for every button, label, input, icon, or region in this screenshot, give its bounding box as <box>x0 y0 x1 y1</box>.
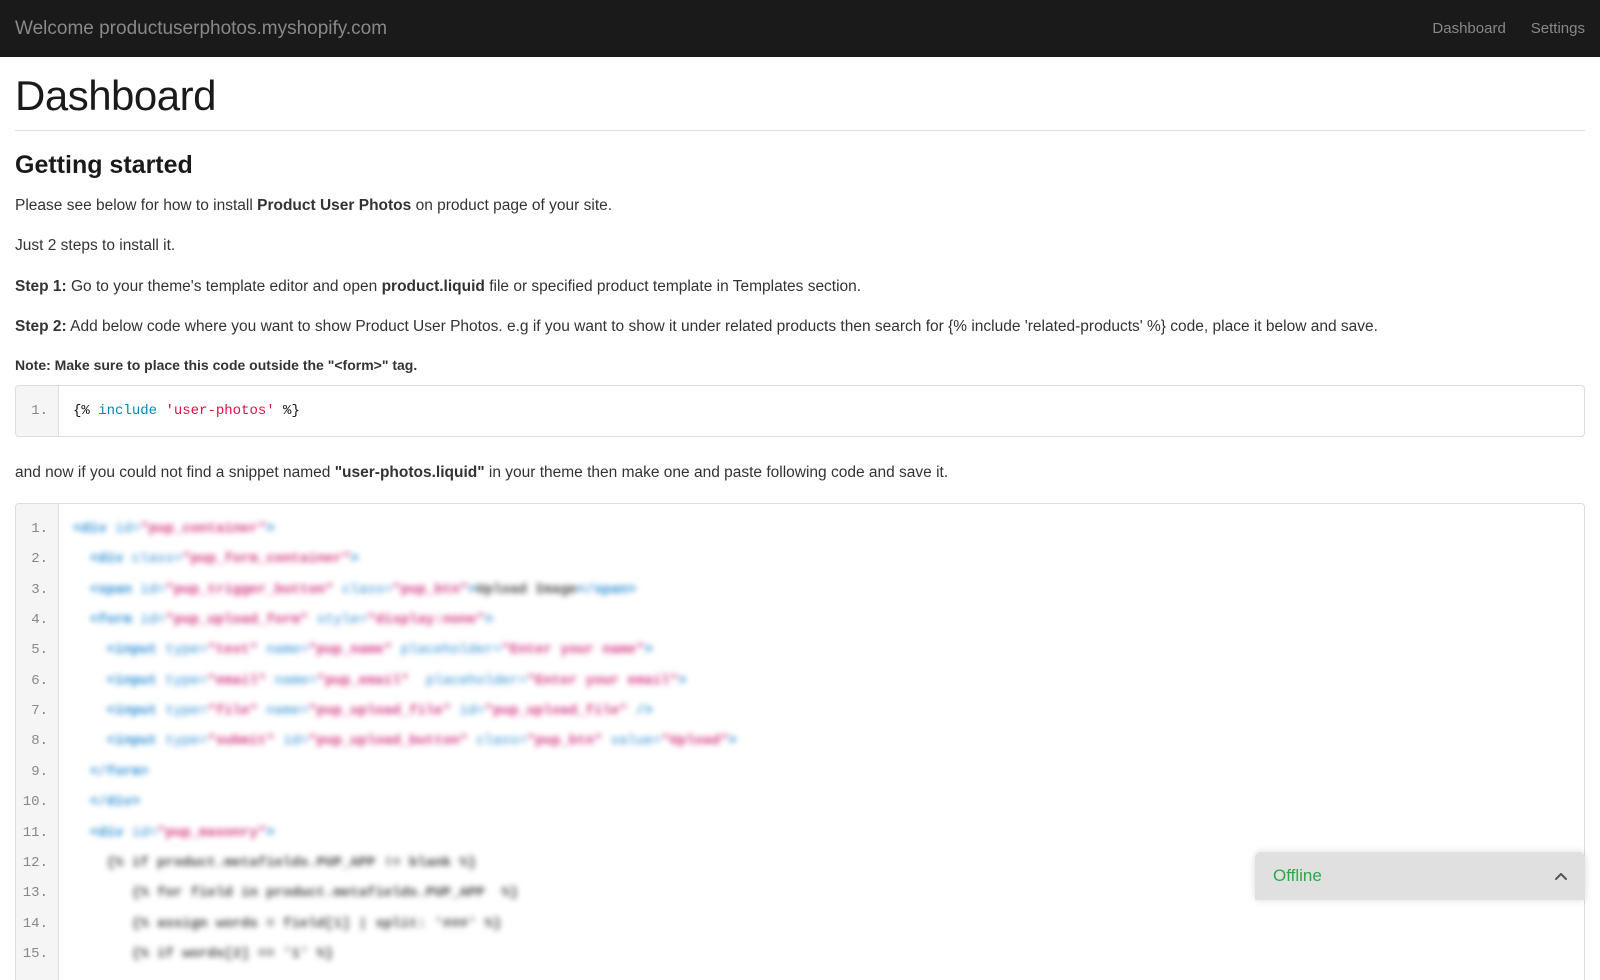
linenum: 8. <box>16 726 58 756</box>
linenum: 4. <box>16 605 58 635</box>
linenum: 13. <box>16 878 58 908</box>
intro-text-post: on product page of your site. <box>411 197 612 214</box>
step2-text: Add below code where you want to show Pr… <box>67 318 1378 335</box>
nav-link-dashboard[interactable]: Dashboard <box>1432 20 1505 37</box>
code-content-1[interactable]: {% include 'user-photos' %} <box>59 386 1584 436</box>
title-divider <box>15 130 1585 131</box>
note-text: Note: Make sure to place this code outsi… <box>15 357 1585 373</box>
code-linenums-1: 1. <box>16 386 59 436</box>
linenum: 5. <box>16 635 58 665</box>
page-title: Dashboard <box>15 72 1585 120</box>
step1-paragraph: Step 1: Go to your theme's template edit… <box>15 276 1585 298</box>
linenum: 1. <box>16 396 58 426</box>
code-content-2[interactable]: <div id="pup_container"> <div class="pup… <box>59 504 1584 980</box>
linenum: 10. <box>16 787 58 817</box>
main-container: Dashboard Getting started Please see bel… <box>0 57 1600 980</box>
linenum: 3. <box>16 575 58 605</box>
linenum: 1. <box>16 514 58 544</box>
navbar: Welcome productuserphotos.myshopify.com … <box>0 0 1600 57</box>
linenum: 6. <box>16 666 58 696</box>
nav-link-settings[interactable]: Settings <box>1531 20 1585 37</box>
intro-product-name: Product User Photos <box>257 197 411 214</box>
linenum: 15. <box>16 939 58 969</box>
navbar-welcome-text: Welcome productuserphotos.myshopify.com <box>15 18 387 40</box>
steps-hint: Just 2 steps to install it. <box>15 235 1585 257</box>
step1-filename: product.liquid <box>382 278 485 295</box>
codeline: {% include 'user-photos' %} <box>73 396 1570 426</box>
step1-label: Step 1: <box>15 278 67 295</box>
step2-label: Step 2: <box>15 318 67 335</box>
chevron-up-icon <box>1555 869 1567 884</box>
linenum: 2. <box>16 544 58 574</box>
navbar-links: Dashboard Settings <box>1432 20 1585 37</box>
linenum: 9. <box>16 757 58 787</box>
snippet-instr-post: in your theme then make one and paste fo… <box>485 464 949 481</box>
code-snippet-1: 1. {% include 'user-photos' %} <box>15 385 1585 437</box>
section-heading-getting-started: Getting started <box>15 151 1585 180</box>
step2-paragraph: Step 2: Add below code where you want to… <box>15 316 1585 338</box>
step1-pre: Go to your theme's template editor and o… <box>67 278 382 295</box>
linenum: 14. <box>16 909 58 939</box>
chat-widget[interactable]: Offline <box>1255 852 1585 900</box>
linenum: 7. <box>16 696 58 726</box>
code-snippet-2: 1. 2. 3. 4. 5. 6. 7. 8. 9. 10. 11. 12. 1… <box>15 503 1585 980</box>
code-linenums-2: 1. 2. 3. 4. 5. 6. 7. 8. 9. 10. 11. 12. 1… <box>16 504 59 980</box>
chat-status-text: Offline <box>1273 866 1322 886</box>
snippet-filename: "user-photos.liquid" <box>335 464 485 481</box>
intro-paragraph: Please see below for how to install Prod… <box>15 195 1585 217</box>
intro-text-pre: Please see below for how to install <box>15 197 257 214</box>
snippet-instruction: and now if you could not find a snippet … <box>15 462 1585 484</box>
snippet-instr-pre: and now if you could not find a snippet … <box>15 464 335 481</box>
step1-post: file or specified product template in Te… <box>485 278 861 295</box>
linenum: 12. <box>16 848 58 878</box>
linenum: 11. <box>16 818 58 848</box>
